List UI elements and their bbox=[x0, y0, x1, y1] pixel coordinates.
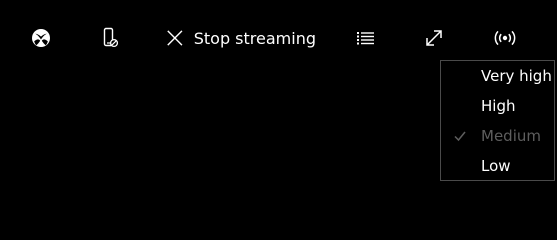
list-button[interactable] bbox=[355, 22, 377, 54]
xbox-logo-icon bbox=[32, 29, 50, 47]
stream-quality-menu: Very high High Medium Low bbox=[440, 60, 555, 181]
expand-icon bbox=[426, 30, 442, 46]
stream-quality-button[interactable] bbox=[492, 22, 518, 54]
quality-option-medium: Medium bbox=[441, 121, 554, 151]
phone-remote-button[interactable] bbox=[99, 22, 121, 54]
close-icon bbox=[167, 30, 183, 46]
quality-option-label: Very high bbox=[481, 67, 552, 85]
stop-streaming-button[interactable]: Stop streaming bbox=[166, 22, 316, 54]
checkmark-icon bbox=[454, 131, 466, 142]
quality-option-label: Medium bbox=[481, 127, 541, 145]
phone-remote-icon bbox=[103, 27, 119, 48]
fullscreen-button[interactable] bbox=[423, 22, 445, 54]
quality-option-low[interactable]: Low bbox=[441, 151, 554, 181]
streaming-screen: Stop streaming Very high High Medium Low bbox=[0, 0, 557, 223]
quality-option-high[interactable]: High bbox=[441, 91, 554, 121]
quality-option-very-high[interactable]: Very high bbox=[441, 61, 554, 91]
list-icon bbox=[357, 32, 374, 45]
xbox-button[interactable] bbox=[30, 22, 52, 54]
quality-option-label: Low bbox=[481, 157, 511, 175]
stop-streaming-label: Stop streaming bbox=[193, 28, 316, 48]
quality-option-label: High bbox=[481, 97, 516, 115]
broadcast-icon bbox=[494, 30, 516, 46]
